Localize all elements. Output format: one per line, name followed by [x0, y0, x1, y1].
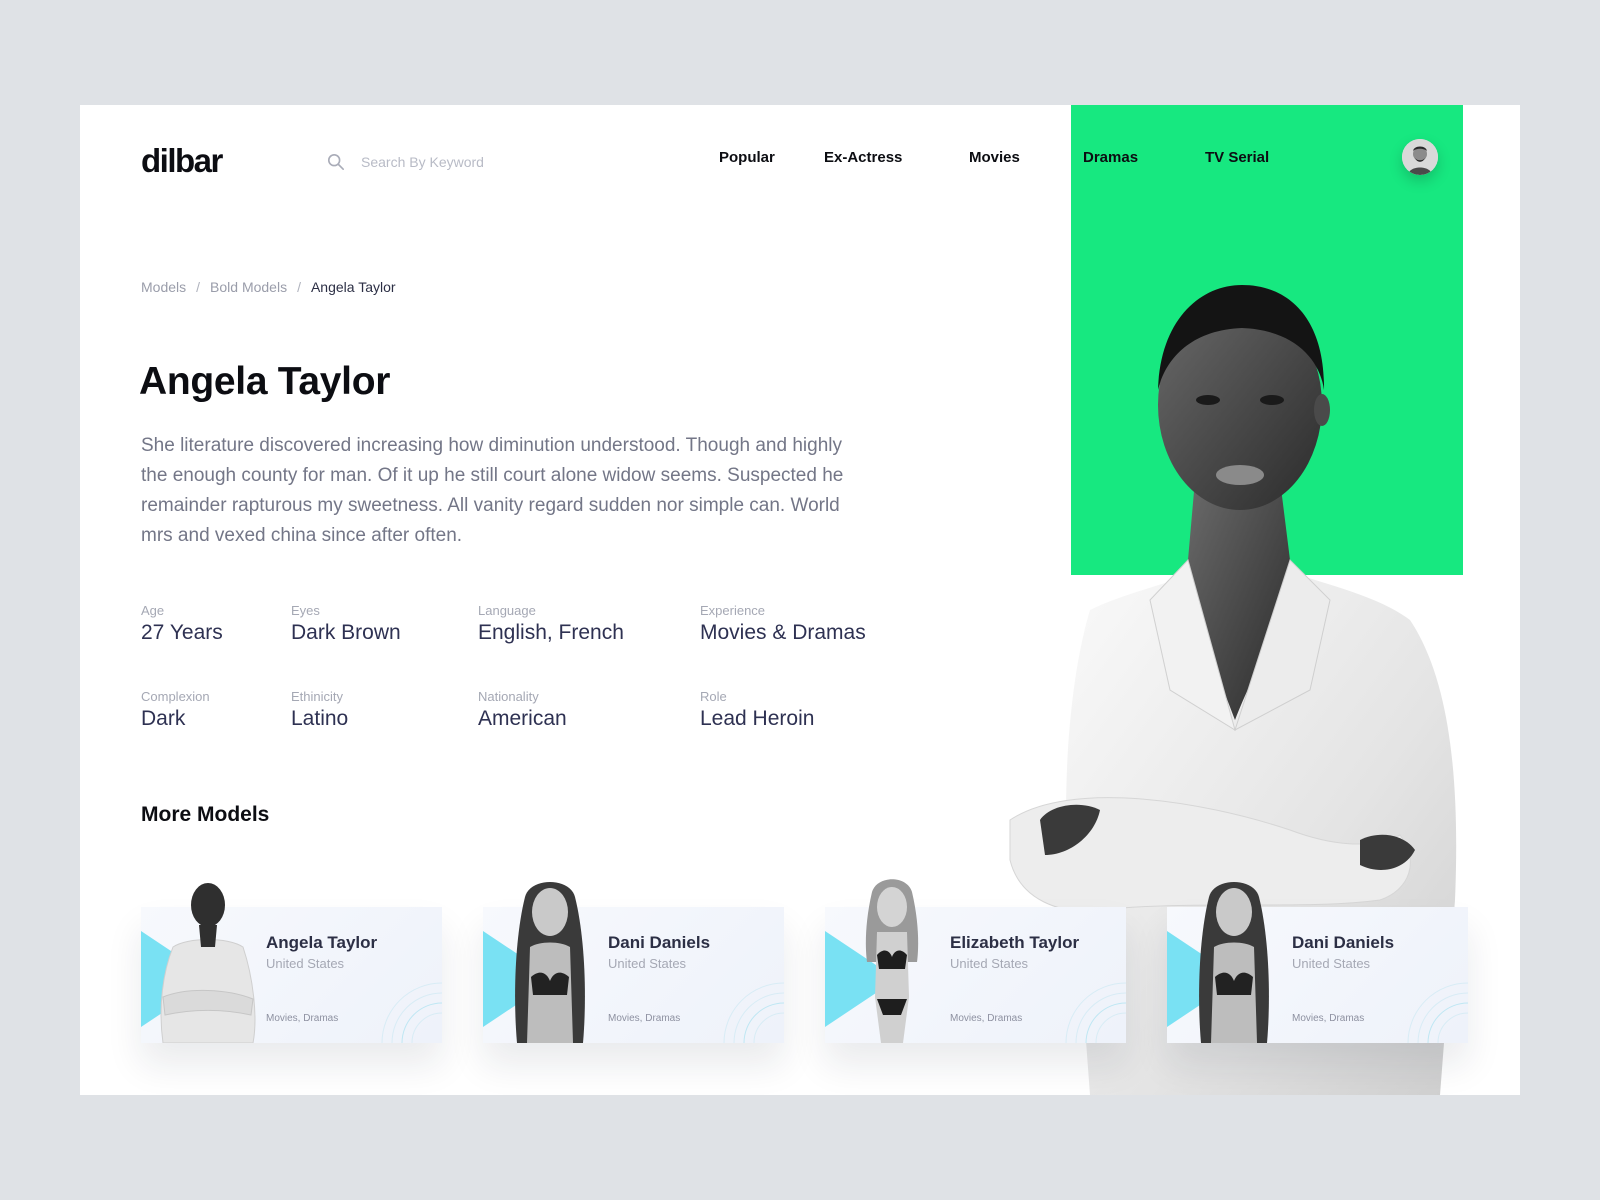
nav-movies[interactable]: Movies — [969, 149, 1020, 166]
card-country: United States — [950, 956, 1029, 971]
attr-complexion: Complexion Dark — [141, 689, 210, 731]
card-country: United States — [266, 956, 345, 971]
breadcrumb: Models / Bold Models / Angela Taylor — [141, 279, 396, 295]
attr-eyes: Eyes Dark Brown — [291, 603, 401, 645]
model-card[interactable]: Dani Daniels United States Movies, Drama… — [1167, 882, 1468, 1043]
attr-role: Role Lead Heroin — [700, 689, 814, 731]
attr-value: Dark Brown — [291, 621, 401, 644]
attr-label: Role — [700, 689, 727, 704]
attr-label: Experience — [700, 603, 766, 618]
nav-dramas[interactable]: Dramas — [1083, 149, 1138, 166]
attr-label: Language — [478, 603, 536, 618]
attr-value: Movies & Dramas — [700, 621, 866, 644]
attr-age: Age 27 Years — [141, 603, 223, 645]
card-tags: Movies, Dramas — [608, 1013, 681, 1024]
model-card[interactable]: Elizabeth Taylor United States Movies, D… — [825, 879, 1126, 1043]
breadcrumb-bold-models[interactable]: Bold Models — [210, 279, 287, 295]
attr-label: Complexion — [141, 689, 210, 704]
avatar-image — [1402, 139, 1438, 175]
model-thumbnail — [1199, 882, 1269, 1043]
breadcrumb-separator: / — [196, 279, 201, 295]
search-icon — [327, 153, 345, 171]
profile-bio: She literature discovered increasing how… — [141, 435, 844, 546]
attr-value: English, French — [478, 621, 624, 644]
card-arcs-decoration — [1407, 982, 1468, 1043]
user-avatar[interactable] — [1402, 139, 1438, 175]
attr-experience: Experience Movies & Dramas — [700, 603, 866, 645]
card-arcs-decoration — [1065, 982, 1126, 1043]
breadcrumb-current: Angela Taylor — [310, 279, 396, 295]
attr-value: Latino — [291, 707, 349, 730]
model-card[interactable]: Angela Taylor United States Movies, Dram… — [141, 883, 442, 1043]
page-frame: dilbar Popular Ex-Actress Movies Dramas … — [80, 105, 1520, 1095]
attr-label: Nationality — [478, 689, 539, 704]
model-thumbnail — [865, 879, 919, 1043]
card-tags: Movies, Dramas — [266, 1013, 339, 1024]
card-tags: Movies, Dramas — [1292, 1013, 1365, 1024]
search-bar[interactable] — [327, 153, 563, 171]
breadcrumb-separator: / — [297, 279, 301, 295]
app-logo[interactable]: dilbar — [141, 142, 223, 180]
card-arcs-decoration — [723, 982, 784, 1043]
model-thumbnail — [515, 882, 585, 1043]
card-country: United States — [1292, 956, 1371, 971]
card-name: Dani Daniels — [608, 933, 711, 952]
nav-popular[interactable]: Popular — [719, 149, 775, 166]
search-input[interactable] — [359, 153, 563, 171]
card-name: Elizabeth Taylor — [950, 933, 1080, 952]
attr-value: American — [478, 707, 567, 730]
page-title: Angela Taylor — [139, 360, 391, 403]
nav-ex-actress[interactable]: Ex-Actress — [824, 149, 902, 166]
model-card[interactable]: Dani Daniels United States Movies, Drama… — [483, 882, 784, 1043]
card-tags: Movies, Dramas — [950, 1013, 1023, 1024]
attr-nationality: Nationality American — [478, 689, 567, 731]
more-models-title: More Models — [141, 803, 270, 826]
attr-label: Age — [141, 603, 165, 618]
attr-label: Eyes — [291, 603, 320, 618]
attr-value: Lead Heroin — [700, 707, 815, 730]
card-country: United States — [608, 956, 687, 971]
attr-ethinicity: Ethinicity Latino — [291, 689, 348, 731]
attr-language: Language English, French — [478, 603, 624, 645]
nav-tv-serial[interactable]: TV Serial — [1205, 149, 1269, 166]
attr-value: 27 Years — [141, 621, 223, 644]
card-name: Angela Taylor — [266, 933, 378, 952]
breadcrumb-models[interactable]: Models — [141, 279, 186, 295]
card-arcs-decoration — [381, 982, 442, 1043]
attr-value: Dark — [141, 707, 186, 730]
model-thumbnail — [160, 883, 256, 1043]
card-name: Dani Daniels — [1292, 933, 1395, 952]
attr-label: Ethinicity — [291, 689, 344, 704]
